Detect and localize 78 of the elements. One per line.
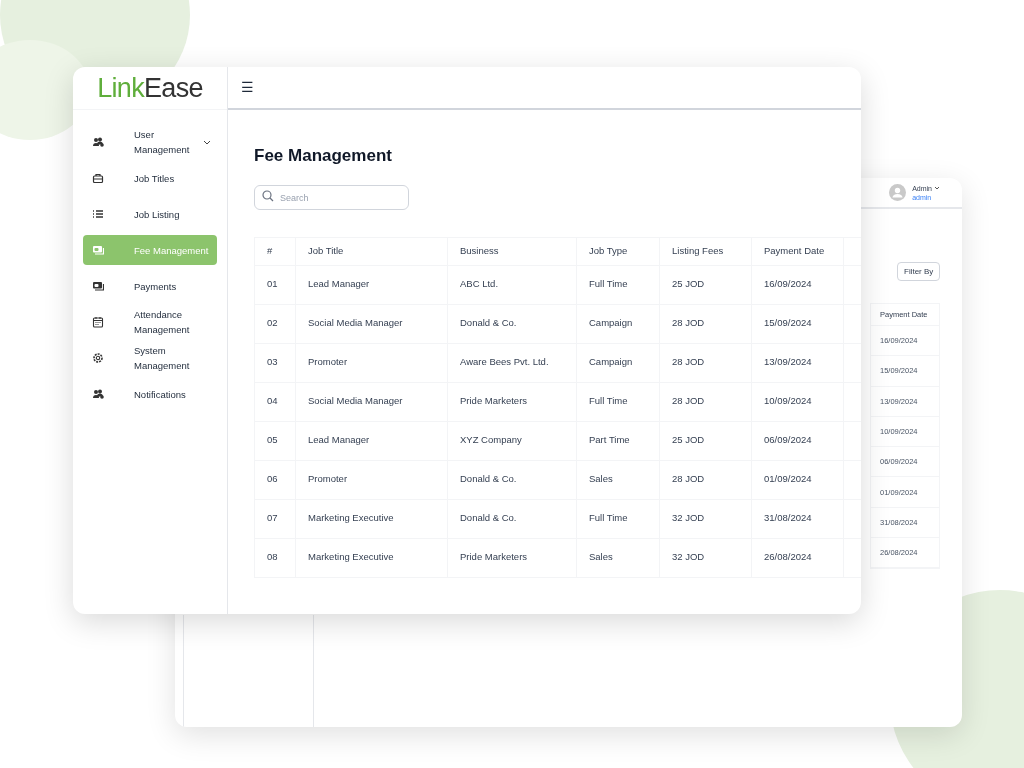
- list-icon: [92, 208, 104, 220]
- table-cell: 05: [254, 421, 296, 460]
- table-cell: XYZ Company: [447, 421, 577, 460]
- table-cell: Marketing Executive: [295, 499, 448, 538]
- table-cell: 08: [254, 538, 296, 577]
- table-cell: Donald & Co.: [447, 499, 577, 538]
- banknote-icon: [92, 244, 104, 256]
- table-cell: Donald & Co.: [447, 304, 577, 343]
- column-header: Listing Fees: [659, 237, 752, 265]
- column-header: Business: [447, 237, 577, 265]
- column-header: Job Title: [295, 237, 448, 265]
- sidebar-item[interactable]: Job Listing: [83, 199, 217, 229]
- table-cell: 15/09/2024: [751, 304, 844, 343]
- filter-button[interactable]: Filter By: [897, 262, 941, 281]
- table-cell: 25 JOD: [659, 421, 752, 460]
- column-header: Payment Date: [751, 237, 844, 265]
- avatar-icon: [889, 184, 907, 201]
- users-icon: [92, 388, 104, 400]
- table-cell: 06: [254, 460, 296, 499]
- sidebar-item[interactable]: System Management: [83, 343, 217, 373]
- page-title: Fee Management: [254, 145, 393, 167]
- chevron-down-icon[interactable]: [934, 186, 940, 190]
- table-cell: 25 JOD: [659, 265, 752, 304]
- table-cell: 28 JOD: [659, 460, 752, 499]
- chevron-down-icon[interactable]: [203, 139, 211, 145]
- briefcase-icon: [92, 172, 104, 184]
- table-cell: 28 JOD: [659, 343, 752, 382]
- table-cell: Marketing Executive: [295, 538, 448, 577]
- table-cell: 26/08/2024: [751, 538, 844, 577]
- table-cell: ABC Ltd.: [447, 265, 577, 304]
- table-cell: 16/09/2024: [751, 265, 844, 304]
- table-cell: 03: [254, 343, 296, 382]
- table-cell: Promoter: [295, 343, 448, 382]
- table-cell: 31/08/2024: [751, 499, 844, 538]
- table-cell: 32 JOD: [659, 538, 752, 577]
- table-cell: 10/09/2024: [751, 382, 844, 421]
- table-cell: Campaign: [576, 304, 660, 343]
- table-cell: 07: [254, 499, 296, 538]
- table-cell: Lead Manager: [295, 265, 448, 304]
- table-cell: Full Time: [576, 499, 660, 538]
- table-cell: Pride Marketers: [447, 538, 577, 577]
- sidebar-item[interactable]: Notifications: [83, 379, 217, 409]
- table-cell: Full Time: [576, 265, 660, 304]
- table-cell: 32 JOD: [659, 499, 752, 538]
- table-cell: Sales: [576, 460, 660, 499]
- table-cell: Sales: [576, 538, 660, 577]
- column-header: Job Type: [576, 237, 660, 265]
- gear-icon: [92, 352, 104, 364]
- table-cell: Aware Bees Pvt. Ltd.: [447, 343, 577, 382]
- table-cell: Social Media Manager: [295, 382, 448, 421]
- banknote-icon: [92, 280, 104, 292]
- table-cell: Promoter: [295, 460, 448, 499]
- calendar-icon: [92, 316, 104, 328]
- table-cell: 01/09/2024: [751, 460, 844, 499]
- table-cell: 13/09/2024: [751, 343, 844, 382]
- table-cell: 01: [254, 265, 296, 304]
- table-cell: Campaign: [576, 343, 660, 382]
- users-icon: [92, 136, 104, 148]
- table-cell: Donald & Co.: [447, 460, 577, 499]
- sidebar-item[interactable]: Payments: [83, 271, 217, 301]
- table-cell: 04: [254, 382, 296, 421]
- logo: LinkEase: [73, 67, 227, 110]
- table-cell: 02: [254, 304, 296, 343]
- table-cell: Part Time: [576, 421, 660, 460]
- column-header: #: [254, 237, 296, 265]
- sidebar-item[interactable]: Attendance Management: [83, 307, 217, 337]
- table-cell: 06/09/2024: [751, 421, 844, 460]
- table-cell: 28 JOD: [659, 304, 752, 343]
- sidebar-item[interactable]: Job Titles: [83, 163, 217, 193]
- menu-icon[interactable]: ☰: [241, 77, 254, 98]
- table-cell: Social Media Manager: [295, 304, 448, 343]
- table-cell: 28 JOD: [659, 382, 752, 421]
- table-cell: Pride Marketers: [447, 382, 577, 421]
- table-cell: Lead Manager: [295, 421, 448, 460]
- sidebar-item[interactable]: User Management: [83, 127, 217, 157]
- search-icon: [262, 190, 274, 202]
- search-field[interactable]: Search: [254, 185, 409, 210]
- table-cell: Full Time: [576, 382, 660, 421]
